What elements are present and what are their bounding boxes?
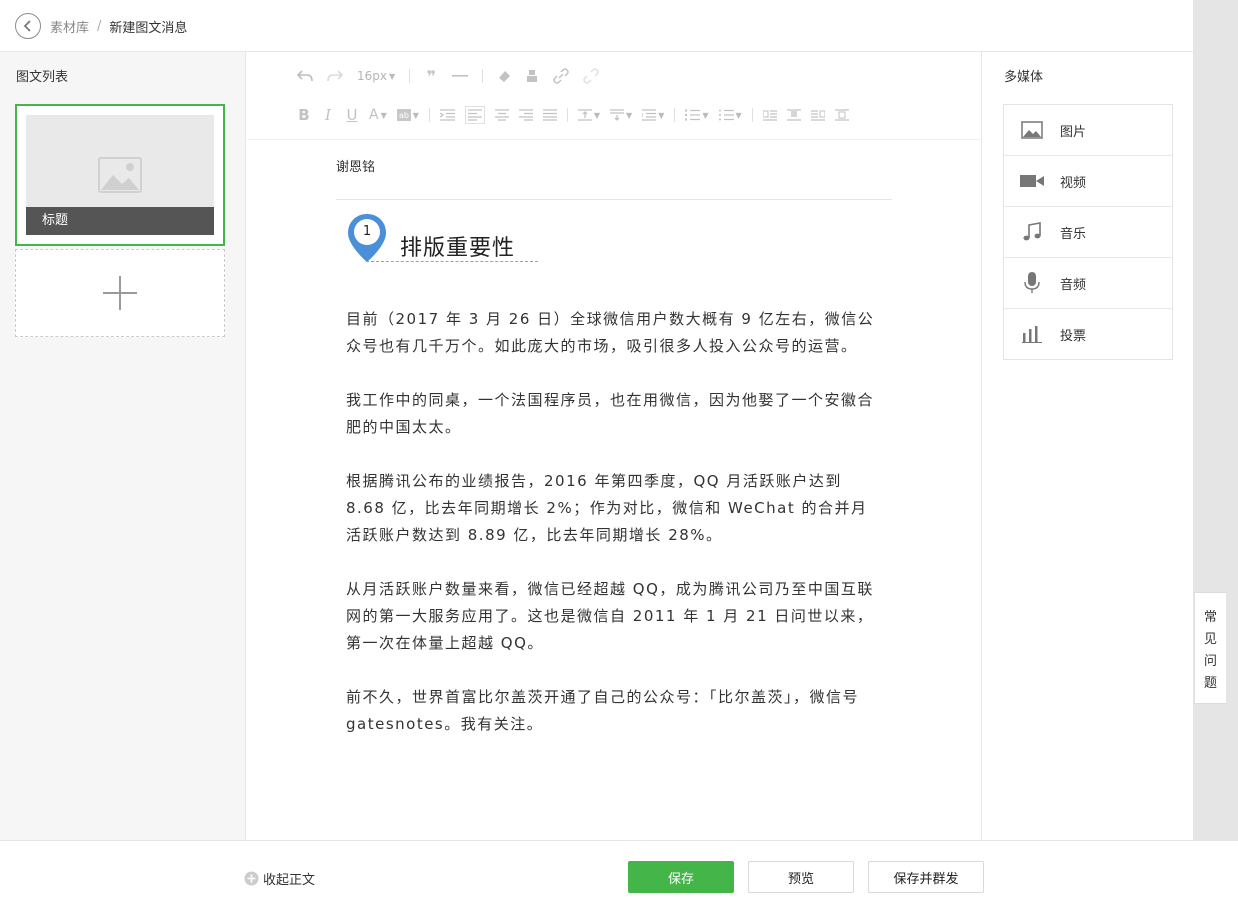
save-and-send-button[interactable]: 保存并群发: [868, 861, 984, 893]
article-card-selected[interactable]: 标题: [15, 104, 225, 246]
article-paragraph: 根据腾讯公布的业绩报告，2016 年第四季度，QQ 月活跃账户达到 8.68 亿…: [346, 472, 868, 544]
toolbar-divider: [566, 108, 568, 122]
indent-icon[interactable]: [439, 106, 455, 124]
poll-icon: [1004, 325, 1060, 343]
background-color-icon[interactable]: ab ▼: [396, 106, 419, 124]
line-height-icon[interactable]: ▼: [577, 106, 600, 124]
paragraph-spacing-icon[interactable]: ▼: [610, 106, 632, 124]
article-paragraph: 从月活跃账户数量来看，微信已经超越 QQ，成为腾讯公司乃至中国互联网的第一大服务…: [346, 580, 874, 652]
editor-area: 16px ▼ ❞ B I U A ▼ ab ▼ ▼ ▼ ▼ ▼ ▼ 谢恩铭 1 …: [247, 52, 982, 840]
image-center-icon[interactable]: [834, 106, 849, 124]
section-heading: 1 排版重要性: [346, 212, 546, 264]
section-number: 1: [362, 224, 372, 239]
redo-icon[interactable]: [327, 67, 343, 85]
toolbar-row-2: B I U A ▼ ab ▼ ▼ ▼ ▼ ▼ ▼: [297, 106, 849, 124]
align-justify-icon[interactable]: [542, 106, 557, 124]
toolbar-row-1: 16px ▼ ❞: [297, 67, 599, 86]
image-icon: [1004, 121, 1060, 139]
eraser-icon[interactable]: [497, 67, 511, 85]
bottom-action-bar: 收起正文 保存 预览 保存并群发: [0, 840, 1238, 905]
breadcrumb: 素材库 / 新建图文消息: [50, 17, 187, 36]
media-item-image[interactable]: 图片: [1004, 105, 1172, 156]
media-label: 音乐: [1060, 226, 1087, 242]
undo-icon[interactable]: [297, 67, 313, 85]
image-float-right-icon[interactable]: [810, 106, 825, 124]
toolbar-divider: [428, 108, 430, 122]
media-label: 图片: [1060, 124, 1087, 140]
chevron-left-icon: [23, 20, 31, 32]
media-item-video[interactable]: 视频: [1004, 156, 1172, 207]
link-icon[interactable]: [553, 67, 569, 85]
article-paragraph: 前不久，世界首富比尔盖茨开通了自己的公众号：「比尔盖茨」，微信号 gatesno…: [346, 688, 860, 733]
toolbar-divider: [674, 108, 676, 122]
editor-toolbar: 16px ▼ ❞ B I U A ▼ ab ▼ ▼ ▼ ▼ ▼ ▼: [247, 52, 981, 140]
collapse-body-label: 收起正文: [263, 873, 316, 888]
faq-char: 题: [1203, 675, 1217, 691]
breadcrumb-current: 新建图文消息: [109, 21, 188, 36]
heading-underline: [366, 261, 538, 262]
breadcrumb-library-link[interactable]: 素材库: [50, 17, 89, 36]
plus-icon: [103, 276, 137, 310]
multimedia-list: 图片 视频 音乐 音频 投票: [1003, 104, 1173, 360]
top-header: 素材库 / 新建图文消息: [0, 0, 1193, 52]
microphone-icon: [1004, 272, 1060, 294]
article-paragraph: 我工作中的同桌，一个法国程序员，也在用微信，因为他娶了一个安徽合肥的中国太太。: [346, 391, 875, 436]
save-button[interactable]: 保存: [628, 861, 734, 893]
toolbar-divider: [482, 69, 484, 83]
align-right-icon[interactable]: [518, 106, 533, 124]
faq-char: 常: [1203, 609, 1217, 625]
letter-spacing-icon[interactable]: ▼: [642, 106, 664, 124]
horizontal-rule-icon[interactable]: [452, 67, 469, 85]
article-list-title: 图文列表: [16, 70, 69, 85]
right-gutter: [1193, 0, 1238, 840]
media-item-poll[interactable]: 投票: [1004, 309, 1172, 359]
breadcrumb-separator: /: [97, 19, 102, 34]
svg-text:ab: ab: [399, 111, 409, 120]
format-painter-icon[interactable]: [525, 67, 539, 85]
faq-tab[interactable]: 常 见 问 题: [1194, 592, 1226, 704]
plus-circle-icon: [244, 871, 259, 886]
media-label: 视频: [1060, 175, 1087, 191]
media-label: 投票: [1060, 328, 1087, 344]
author-field[interactable]: 谢恩铭: [336, 156, 375, 175]
toolbar-divider: [409, 69, 411, 83]
section-heading-text[interactable]: 排版重要性: [400, 230, 515, 262]
media-item-music[interactable]: 音乐: [1004, 207, 1172, 258]
multimedia-title: 多媒体: [1004, 70, 1044, 85]
unlink-icon[interactable]: [583, 67, 599, 85]
underline-icon[interactable]: U: [345, 106, 359, 124]
font-size-select[interactable]: 16px ▼: [357, 67, 395, 85]
unordered-list-icon[interactable]: ▼: [718, 106, 742, 124]
article-body[interactable]: 目前（2017 年 3 月 26 日）全球微信用户数大概有 9 亿左右，微信公众…: [346, 306, 876, 765]
article-title-bar: 标题: [26, 207, 214, 235]
music-icon: [1004, 222, 1060, 242]
preview-button[interactable]: 预览: [748, 861, 854, 893]
collapse-body-button[interactable]: 收起正文: [244, 869, 315, 888]
image-float-left-icon[interactable]: [762, 106, 777, 124]
multimedia-panel: 多媒体 图片 视频 音乐 音频 投票: [983, 52, 1193, 840]
add-article-button[interactable]: [15, 249, 225, 337]
article-list-panel: 图文列表 标题: [0, 52, 246, 840]
author-divider: [336, 199, 892, 200]
align-left-icon[interactable]: [464, 106, 485, 124]
article-cover-thumbnail: 标题: [26, 115, 214, 235]
font-color-icon[interactable]: A ▼: [369, 106, 387, 124]
media-label: 音频: [1060, 277, 1087, 293]
image-placeholder-icon: [98, 157, 142, 193]
video-icon: [1004, 173, 1060, 189]
faq-char: 见: [1203, 631, 1217, 647]
faq-char: 问: [1203, 653, 1217, 669]
media-item-audio[interactable]: 音频: [1004, 258, 1172, 309]
article-paragraph: 目前（2017 年 3 月 26 日）全球微信用户数大概有 9 亿左右，微信公众…: [346, 310, 875, 355]
blockquote-icon[interactable]: ❞: [424, 67, 438, 86]
toolbar-divider: [751, 108, 753, 122]
bold-icon[interactable]: B: [297, 106, 311, 124]
align-center-icon[interactable]: [494, 106, 509, 124]
image-inline-icon[interactable]: [786, 106, 801, 124]
back-button[interactable]: [15, 13, 41, 39]
italic-icon[interactable]: I: [321, 106, 335, 124]
ordered-list-icon[interactable]: ▼: [685, 106, 709, 124]
font-size-value: 16px: [357, 69, 387, 83]
